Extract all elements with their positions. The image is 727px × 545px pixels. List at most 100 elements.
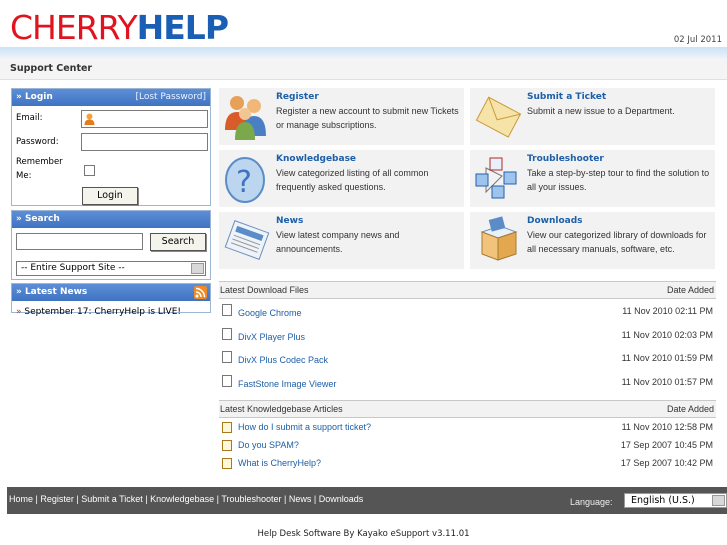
kb-link[interactable]: How do I submit a support ticket? xyxy=(238,422,371,432)
chevron-down-icon xyxy=(191,263,204,274)
document-icon xyxy=(222,422,232,433)
footer-link-submit-ticket[interactable]: Submit a Ticket xyxy=(81,494,143,504)
rss-icon[interactable] xyxy=(194,286,207,299)
download-link[interactable]: DivX Player Plus xyxy=(238,332,305,342)
tile-downloads-desc: View our categorized library of download… xyxy=(527,230,707,254)
powered-by[interactable]: Help Desk Software By Kayako eSupport v3… xyxy=(0,529,727,539)
footer-nav: Home | Register | Submit a Ticket | Know… xyxy=(9,494,363,504)
footer-link-home[interactable]: Home xyxy=(9,494,33,504)
tile-downloads[interactable]: Downloads View our categorized library o… xyxy=(470,212,715,269)
download-row[interactable]: FastStone Image Viewer 11 Nov 2010 01:57… xyxy=(219,370,716,394)
download-date: 11 Nov 2010 01:57 PM xyxy=(621,376,713,387)
page-title: Support Center xyxy=(10,63,93,74)
tile-register-title[interactable]: Register xyxy=(276,92,319,102)
tile-downloads-title[interactable]: Downloads xyxy=(527,216,583,226)
footer-separator: | xyxy=(142,494,151,504)
logo-text-cherry: CHERRY xyxy=(10,8,138,47)
tile-register[interactable]: Register Register a new account to submi… xyxy=(219,88,464,145)
file-icon xyxy=(222,327,232,340)
search-input[interactable] xyxy=(16,233,143,250)
download-link[interactable]: DivX Plus Codec Pack xyxy=(238,355,328,365)
remember-checkbox[interactable] xyxy=(84,165,95,176)
login-title: » Login xyxy=(16,92,53,102)
kb-date-header: Date Added xyxy=(666,404,714,414)
login-button[interactable]: Login xyxy=(82,187,138,205)
kb-link[interactable]: What is CherryHelp? xyxy=(238,458,321,468)
search-button[interactable]: Search xyxy=(150,233,206,251)
news-title: » Latest News xyxy=(16,287,88,297)
download-date: 11 Nov 2010 02:11 PM xyxy=(622,306,713,316)
remember-label-line1: Remember xyxy=(16,157,63,167)
footer-link-register[interactable]: Register xyxy=(40,494,74,504)
downloads-panel: Latest Download Files Date Added Google … xyxy=(219,281,716,397)
search-box-header: » Search xyxy=(12,211,210,228)
tile-knowledgebase-desc: View categorized listing of all common f… xyxy=(276,168,429,192)
tile-troubleshooter[interactable]: Troubleshooter Take a step-by-step tour … xyxy=(470,150,715,207)
kb-row[interactable]: How do I submit a support ticket? 11 Nov… xyxy=(219,418,716,436)
download-date: 11 Nov 2010 02:03 PM xyxy=(621,329,713,340)
footer-link-news[interactable]: News xyxy=(289,494,312,504)
box-icon xyxy=(472,214,524,266)
search-box: » Search Search -- Entire Support Site -… xyxy=(11,210,211,280)
download-row[interactable]: Google Chrome 11 Nov 2010 02:11 PM xyxy=(219,299,716,323)
download-row[interactable]: DivX Player Plus 11 Nov 2010 02:03 PM xyxy=(219,323,716,347)
tile-news[interactable]: News View latest company news and announ… xyxy=(219,212,464,269)
news-item-text: September 17: CherryHelp is LIVE! xyxy=(24,307,181,317)
language-select[interactable]: English (U.S.) xyxy=(624,493,727,508)
tile-submit-ticket[interactable]: Submit a Ticket Submit a new issue to a … xyxy=(470,88,715,145)
header-date: 02 Jul 2011 xyxy=(673,35,722,45)
news-item[interactable]: » September 17: CherryHelp is LIVE! xyxy=(16,307,181,317)
kb-row[interactable]: Do you SPAM? 17 Sep 2007 10:45 PM xyxy=(219,436,716,454)
kb-header: Latest Knowledgebase Articles Date Added xyxy=(219,400,716,418)
footer-link-troubleshooter[interactable]: Troubleshooter xyxy=(221,494,281,504)
downloads-title: Latest Download Files xyxy=(220,285,309,295)
footer: Home | Register | Submit a Ticket | Know… xyxy=(7,487,727,514)
download-link[interactable]: FastStone Image Viewer xyxy=(238,379,336,389)
user-icon xyxy=(84,113,95,125)
news-box-header: » Latest News xyxy=(12,284,210,301)
search-scope-value: -- Entire Support Site -- xyxy=(21,263,125,273)
download-link[interactable]: Google Chrome xyxy=(238,308,302,318)
tile-news-desc: View latest company news and announcemen… xyxy=(276,230,400,254)
tile-news-title[interactable]: News xyxy=(276,216,303,226)
email-input[interactable] xyxy=(81,110,208,128)
header-band xyxy=(0,47,727,58)
document-icon xyxy=(222,458,232,469)
envelope-icon xyxy=(472,90,524,142)
language-label: Language: xyxy=(570,497,613,507)
file-icon xyxy=(222,374,232,387)
footer-link-knowledgebase[interactable]: Knowledgebase xyxy=(150,494,214,504)
logo[interactable]: CHERRYHELP xyxy=(8,7,243,48)
tile-submit-ticket-title[interactable]: Submit a Ticket xyxy=(527,92,606,102)
kb-row[interactable]: What is CherryHelp? 17 Sep 2007 10:42 PM xyxy=(219,454,716,472)
cubes-icon xyxy=(472,152,524,204)
language-value: English (U.S.) xyxy=(631,495,695,506)
file-icon xyxy=(222,351,232,363)
file-icon xyxy=(222,304,232,316)
news-bullet-icon: » xyxy=(16,307,22,317)
kb-date: 11 Nov 2010 12:58 PM xyxy=(621,422,713,432)
lost-password-link[interactable]: [Lost Password] xyxy=(135,89,206,106)
download-row[interactable]: DivX Plus Codec Pack 11 Nov 2010 01:59 P… xyxy=(219,346,716,370)
tile-submit-ticket-desc: Submit a new issue to a Department. xyxy=(527,106,675,116)
footer-separator: | xyxy=(281,494,289,504)
tile-troubleshooter-title[interactable]: Troubleshooter xyxy=(527,154,604,164)
password-input[interactable] xyxy=(81,133,208,151)
tile-knowledgebase-title[interactable]: Knowledgebase xyxy=(276,154,356,164)
chevron-down-icon xyxy=(712,495,725,506)
tile-register-desc: Register a new account to submit new Tic… xyxy=(276,106,459,130)
downloads-header: Latest Download Files Date Added xyxy=(219,281,716,299)
kb-link[interactable]: Do you SPAM? xyxy=(238,440,299,450)
page-heading: Support Center xyxy=(0,58,727,80)
users-icon xyxy=(221,90,273,142)
search-scope-select[interactable]: -- Entire Support Site -- xyxy=(16,261,206,276)
question-icon: ? xyxy=(221,152,273,204)
footer-link-downloads[interactable]: Downloads xyxy=(319,494,364,504)
remember-label-line2: Me: xyxy=(16,171,32,181)
downloads-date-header: Date Added xyxy=(666,285,714,295)
password-label: Password: xyxy=(16,137,59,147)
newspaper-icon xyxy=(221,214,273,266)
email-label: Email: xyxy=(16,113,43,123)
login-box: » Login [Lost Password] Email: Password:… xyxy=(11,88,211,206)
tile-knowledgebase[interactable]: ? Knowledgebase View categorized listing… xyxy=(219,150,464,207)
